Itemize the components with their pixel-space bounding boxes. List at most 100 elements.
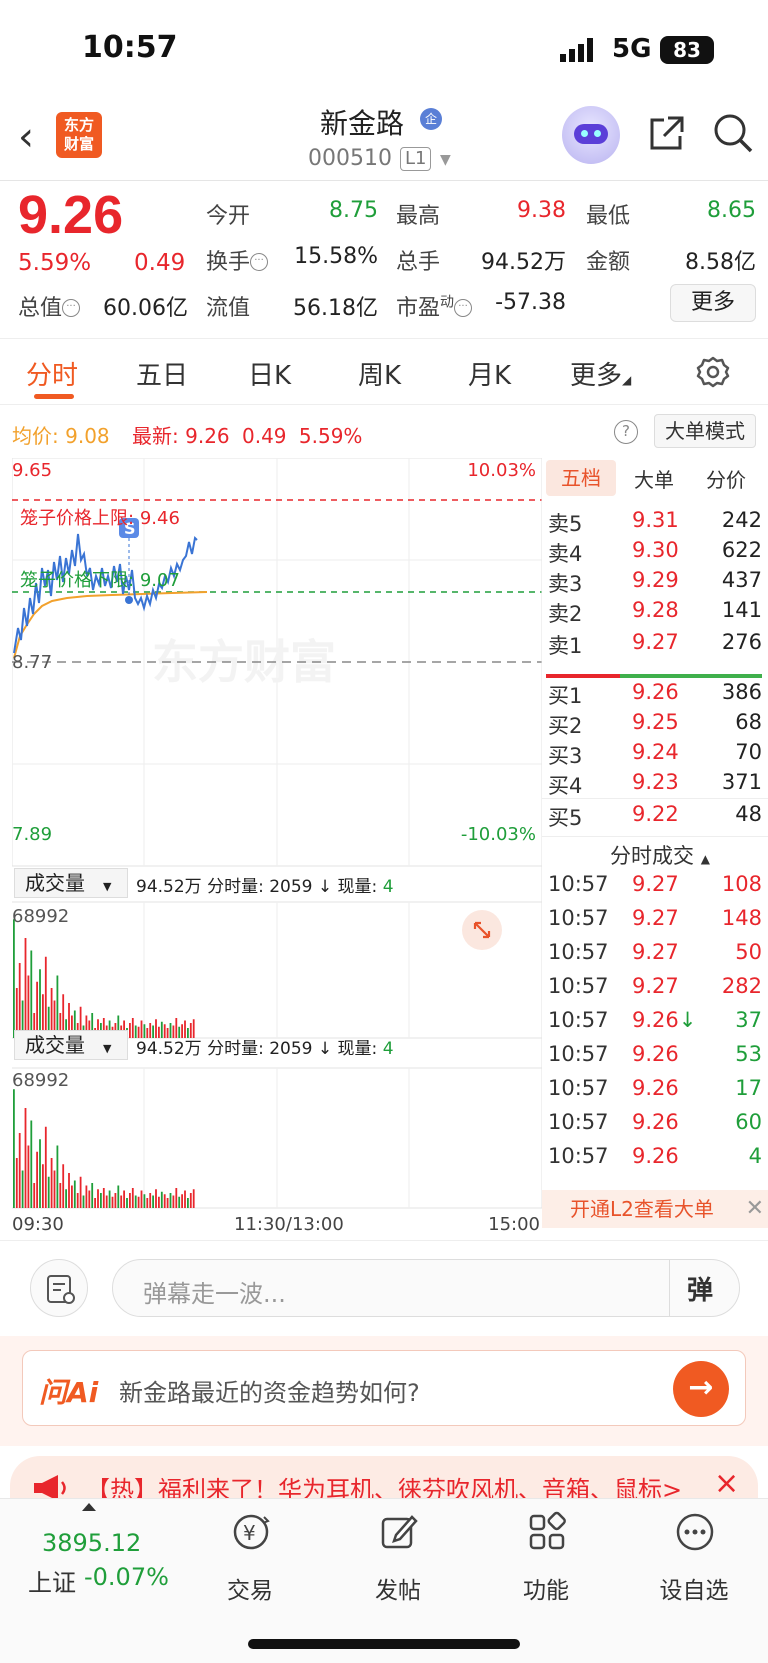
last-price-small: 9.26 [185,424,230,448]
ask-row: 卖5 9.31 242 [548,508,762,536]
volume-bar [192,1189,195,1208]
search-icon[interactable] [712,112,754,154]
low-label: 最低 [586,204,631,229]
volume-bar [100,1193,102,1208]
index-value[interactable]: 3895.12 [42,1529,141,1557]
quote-panel: 9.26 5.59% 0.49 今开 8.75 最高 9.38 最低 8.65 … [0,182,768,338]
high-value: 9.38 [517,198,566,223]
chevron-down-icon[interactable]: ▼ [440,152,451,168]
danmu-input[interactable]: 弹幕走一波... 弹 [112,1259,740,1317]
index-name[interactable]: 上证 [28,1563,76,1598]
more-button[interactable]: 更多 [670,284,756,322]
trade-row: 10:57 9.26↓ 37 [548,1008,762,1032]
time-start: 09:30 [12,1214,64,1235]
tab-price-dist[interactable]: 分价 [706,464,746,493]
stock-name[interactable]: 新金路 [320,102,404,142]
gear-icon[interactable] [696,355,730,389]
nav-post-label: 发帖 [375,1578,421,1604]
chevron-up-icon[interactable] [82,1503,96,1511]
amount-value: 8.58亿 [685,250,756,275]
help-icon[interactable]: ? [614,420,638,444]
close-icon[interactable]: × [714,1466,739,1501]
level-badge[interactable]: L1 [400,147,432,171]
volume-bar [27,975,30,1038]
close-icon[interactable]: ✕ [746,1190,764,1228]
volume-bar [158,1196,160,1208]
trade-row: 10:57 9.27 50 [548,940,762,964]
tab-monthly-k[interactable]: 月K [468,355,511,392]
clock: 10:57 [82,30,178,65]
float-label: 流值 [206,296,251,321]
comment-settings-icon[interactable] [30,1259,88,1317]
tab-intraday[interactable]: 分时 [26,355,78,392]
volume-indicator-select[interactable]: 成交量 ▼ [14,868,128,898]
info-icon[interactable]: ··· [250,253,269,271]
info-icon[interactable]: ··· [62,299,81,317]
back-icon[interactable]: ‹ [18,114,34,160]
volume-bar [131,1018,134,1038]
big-order-mode-button[interactable]: 大单模式 [654,414,756,448]
tab-5day[interactable]: 五日 [136,355,188,392]
volume-bar [76,1193,79,1208]
trade-row: 10:57 9.27 148 [548,906,762,930]
ask-row: 卖3 9.29 437 [548,568,762,596]
logo-line-1: 东方 [63,116,94,134]
avg-label: 均价: [12,424,59,448]
ai-logo: 问Ai [39,1376,99,1409]
expand-icon[interactable] [462,910,502,950]
l2-upgrade-banner[interactable]: 开通L2查看大单 ✕ [542,1190,768,1228]
intraday-chart[interactable]: 东方财富 S 9.65 10.03% 7.89 -10.03% 8.77 笼子价… [11,457,543,1238]
bid-row: 买1 9.26 386 [548,680,762,708]
volume-bar [137,1196,140,1208]
trades-title[interactable]: 分时成交 ▲ [610,840,710,870]
tab-daily-k[interactable]: 日K [248,355,291,392]
share-icon[interactable] [646,114,686,154]
bid-row: 买3 9.24 70 [548,740,762,768]
turnover-label: 换手 ··· [206,244,269,276]
battery-icon: 83 [660,36,714,64]
tab-weekly-k[interactable]: 周K [358,355,401,392]
volume-label: 总手 [396,250,441,275]
tab-more[interactable]: 更多◢ [570,355,631,392]
tab-five-levels[interactable]: 五档 [546,460,616,496]
last-price: 9.26 [18,185,124,245]
volume-bar [140,1190,143,1208]
volume-bar [39,1139,41,1208]
last-change: 0.49 [242,424,287,448]
volume-bar [149,1193,152,1208]
volume-bar [111,1196,114,1208]
volume-info: 94.52万 分时量: 2059 ↓ 现量: 4 [136,877,394,897]
open-label: 今开 [206,204,251,229]
danmu-toggle-icon[interactable]: 弹 [687,1270,713,1307]
avg-summary: 均价: 9.08 最新: 9.26 0.49 5.59% [12,420,362,449]
ai-robot-icon[interactable] [562,106,620,164]
volume-bar [120,1195,123,1208]
info-icon[interactable]: ··· [454,299,473,317]
index-percent[interactable]: -0.07% [84,1563,169,1591]
volume-bar [33,1183,36,1208]
tab-big-orders[interactable]: 大单 [634,464,674,493]
high-label: 最高 [396,204,441,229]
time-end: 15:00 [488,1214,540,1235]
enterprise-badge: 企 [420,108,442,130]
volume-bar [181,1194,183,1208]
volume-bar [13,1089,15,1208]
volume-bar [131,1188,134,1208]
volume-indicator-select-2[interactable]: 成交量 ▼ [14,1030,128,1060]
volume-bar [114,1193,117,1208]
eastmoney-logo[interactable]: 东方 财富 [56,112,102,158]
trade-row: 10:57 9.27 108 [548,872,762,896]
volume-bar [47,1176,50,1208]
volume-value: 94.52万 [481,250,566,275]
volume-bar [169,1193,172,1208]
volume-bar [24,1108,27,1208]
volume-bar [187,1198,189,1208]
ask-row: 卖2 9.28 141 [548,598,762,626]
volume-bar [134,1195,137,1208]
arrow-right-icon[interactable]: → [673,1361,729,1417]
danmu-placeholder: 弹幕走一波... [143,1280,286,1308]
trade-row: 10:57 9.26 53 [548,1042,762,1066]
ai-question-card[interactable]: 问Ai 新金路最近的资金趋势如何? → [22,1350,746,1426]
home-indicator [248,1639,520,1649]
header-divider [0,180,768,181]
